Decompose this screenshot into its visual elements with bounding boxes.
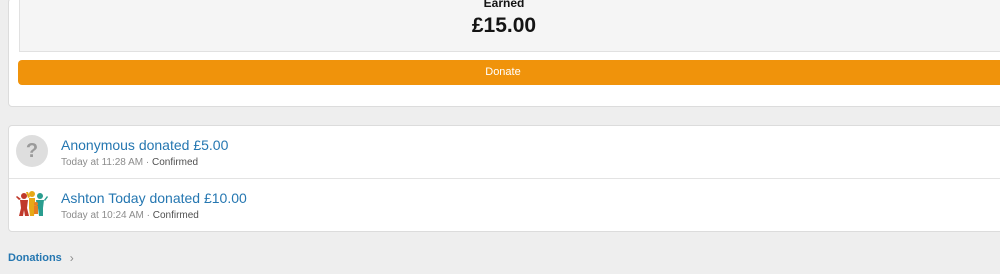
donation-time: Today at 11:28 AM [61, 157, 144, 168]
donation-status: Confirmed [151, 157, 199, 168]
donation-meta: Today at 10:24 AM · Confirmed [61, 210, 199, 221]
donations-list: ? Anonymous donated £5.00 Today at 11:28… [8, 125, 1000, 232]
donation-meta: Today at 11:28 AM · Confirmed [61, 157, 198, 168]
donation-title-link[interactable]: Anonymous donated £5.00 [61, 137, 228, 153]
question-mark-icon: ? [25, 140, 39, 162]
chevron-right-icon: › [69, 251, 74, 265]
earned-amount: £15.00 [471, 14, 537, 37]
ashton-today-logo[interactable] [16, 188, 48, 220]
donate-button[interactable]: Donate [18, 60, 1000, 85]
donations-link-label: Donations [8, 252, 62, 264]
meta-separator: · [143, 157, 152, 168]
donations-breadcrumb-link[interactable]: Donations › [8, 251, 74, 265]
fundraiser-summary-card: Earned £15.00 Donate [8, 0, 1000, 107]
list-item: ? Anonymous donated £5.00 Today at 11:28… [9, 126, 1000, 179]
donation-status: Confirmed [152, 210, 199, 221]
list-item: Ashton Today donated £10.00 Today at 10:… [9, 179, 1000, 232]
donation-time: Today at 10:24 AM [61, 210, 144, 221]
earned-panel: Earned £15.00 [19, 0, 1000, 52]
earned-label: Earned [483, 0, 525, 10]
donation-title-link[interactable]: Ashton Today donated £10.00 [61, 190, 247, 206]
page: Earned £15.00 Donate ? Anonymous donated… [0, 0, 1000, 274]
anonymous-avatar-icon: ? [16, 135, 48, 167]
meta-separator: · [143, 210, 153, 221]
people-group-icon [16, 191, 48, 216]
